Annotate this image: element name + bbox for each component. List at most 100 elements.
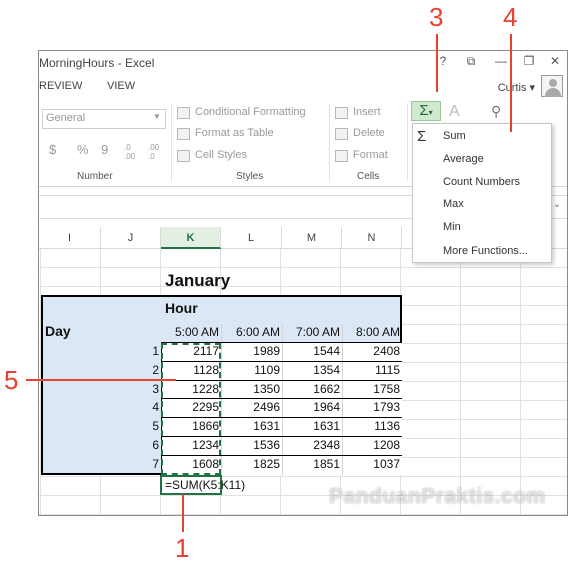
day-label[interactable]: Day [45, 323, 71, 339]
currency-button[interactable]: $ [49, 142, 56, 157]
delete-button[interactable]: Delete [353, 127, 385, 139]
day-number[interactable]: 5 [139, 419, 159, 433]
tab-view[interactable]: VIEW [107, 80, 135, 92]
format-button[interactable]: Format [353, 149, 388, 161]
expand-formula-bar-icon[interactable]: ⌄ [553, 199, 561, 210]
callout-3-line [436, 34, 438, 92]
callout-1-line [182, 494, 184, 532]
data-cell[interactable]: 1989 [221, 344, 280, 358]
sigma-icon: Σ [417, 128, 427, 145]
data-cell[interactable]: 1758 [342, 382, 400, 396]
close-button[interactable]: ✕ [545, 54, 565, 68]
menu-item-sum[interactable]: Sum [443, 130, 466, 142]
callout-1: 1 [175, 533, 190, 563]
hour-header[interactable]: 5:00 AM [161, 325, 219, 339]
data-cell[interactable]: 1662 [282, 382, 340, 396]
tab-review[interactable]: REVIEW [39, 80, 82, 92]
data-cell[interactable]: 1208 [342, 438, 400, 452]
insert-button[interactable]: Insert [353, 106, 381, 118]
column-header-m[interactable]: M [282, 227, 342, 249]
data-cell[interactable]: 1128 [161, 363, 219, 377]
increase-decimal-button[interactable]: .0 .00 [124, 143, 140, 161]
data-cell[interactable]: 1234 [161, 438, 219, 452]
cell-styles-button[interactable]: Cell Styles [195, 149, 247, 161]
menu-item-max[interactable]: Max [443, 198, 464, 210]
window-title: MorningHours - Excel [39, 56, 155, 70]
data-cell[interactable]: 1109 [221, 363, 280, 377]
format-as-table-button[interactable]: Format as Table [195, 127, 274, 139]
ribbon-separator [407, 103, 408, 181]
menu-item-average[interactable]: Average [443, 153, 484, 165]
data-cell[interactable]: 2295 [161, 400, 219, 414]
column-header-i[interactable]: I [39, 227, 101, 249]
sort-filter-icon[interactable]: A [449, 103, 460, 121]
excel-window: MorningHours - Excel ? ⧉ — ❐ ✕ REVIEW VI… [38, 50, 568, 516]
hour-header[interactable]: 7:00 AM [282, 325, 340, 339]
menu-item-more-functions[interactable]: More Functions... [443, 245, 528, 257]
sheet-title[interactable]: January [165, 271, 230, 291]
avatar[interactable] [541, 75, 563, 97]
data-cell[interactable]: 1964 [282, 400, 340, 414]
day-number[interactable]: 2 [139, 363, 159, 377]
data-cell[interactable]: 1851 [282, 457, 340, 471]
day-number[interactable]: 3 [139, 382, 159, 396]
conditional-formatting-icon [177, 107, 190, 119]
find-select-icon[interactable]: ⚲ [491, 103, 501, 120]
data-cell[interactable]: 1608 [161, 457, 219, 471]
decrease-decimal-button[interactable]: .00 .0 [148, 143, 164, 161]
number-format-select[interactable]: General ▼ [42, 109, 166, 129]
menu-item-count-numbers[interactable]: Count Numbers [443, 176, 520, 188]
day-number[interactable]: 1 [139, 344, 159, 358]
menu-item-min[interactable]: Min [443, 221, 461, 233]
data-cell[interactable]: 2117 [161, 344, 219, 358]
column-header-n[interactable]: N [342, 227, 402, 249]
day-number[interactable]: 6 [139, 438, 159, 452]
ribbon-separator [171, 103, 172, 181]
day-number[interactable]: 7 [139, 457, 159, 471]
cells-group-label: Cells [357, 171, 380, 182]
conditional-formatting-button[interactable]: Conditional Formatting [195, 106, 306, 118]
row-divider [161, 398, 402, 400]
data-cell[interactable]: 1631 [282, 419, 340, 433]
hour-header[interactable]: 8:00 AM [342, 325, 400, 339]
row-divider [161, 379, 402, 381]
callout-5-line [26, 379, 176, 381]
user-name[interactable]: Curtis ▾ [498, 81, 535, 94]
data-cell[interactable]: 2348 [282, 438, 340, 452]
data-cell[interactable]: 1136 [342, 419, 400, 433]
hour-label[interactable]: Hour [165, 300, 198, 316]
data-cell[interactable]: 2408 [342, 344, 400, 358]
data-cell[interactable]: 1825 [221, 457, 280, 471]
data-cell[interactable]: 1631 [221, 419, 280, 433]
row-divider [161, 454, 402, 456]
data-cell[interactable]: 2496 [221, 400, 280, 414]
format-as-table-icon [177, 128, 190, 140]
comma-button[interactable]: 9 [101, 142, 108, 157]
data-cell[interactable]: 1866 [161, 419, 219, 433]
autosum-button[interactable]: Σ▾ [411, 101, 441, 121]
ribbon-separator [329, 103, 330, 181]
data-cell[interactable]: 1115 [342, 363, 400, 377]
number-format-value: General [46, 112, 86, 124]
callout-4-line [510, 34, 512, 132]
styles-group-label: Styles [236, 171, 264, 182]
data-cell[interactable]: 1544 [282, 344, 340, 358]
data-cell[interactable]: 1350 [221, 382, 280, 396]
restore-button[interactable]: ❐ [519, 54, 539, 68]
callout-4: 4 [503, 2, 518, 32]
minimize-button[interactable]: — [491, 54, 511, 68]
ribbon-display-button[interactable]: ⧉ [461, 54, 481, 69]
row-divider [161, 436, 402, 437]
data-cell[interactable]: 1793 [342, 400, 400, 414]
data-cell[interactable]: 1354 [282, 363, 340, 377]
day-number[interactable]: 4 [139, 400, 159, 414]
active-cell-formula[interactable]: =SUM(K5:K11) [160, 475, 245, 495]
data-cell[interactable]: 1536 [221, 438, 280, 452]
column-header-j[interactable]: J [101, 227, 161, 249]
data-cell[interactable]: 1228 [161, 382, 219, 396]
column-header-k[interactable]: K [161, 227, 221, 249]
hour-header[interactable]: 6:00 AM [221, 325, 280, 339]
data-cell[interactable]: 1037 [342, 457, 400, 471]
column-header-l[interactable]: L [221, 227, 282, 249]
percent-button[interactable]: % [77, 142, 89, 157]
